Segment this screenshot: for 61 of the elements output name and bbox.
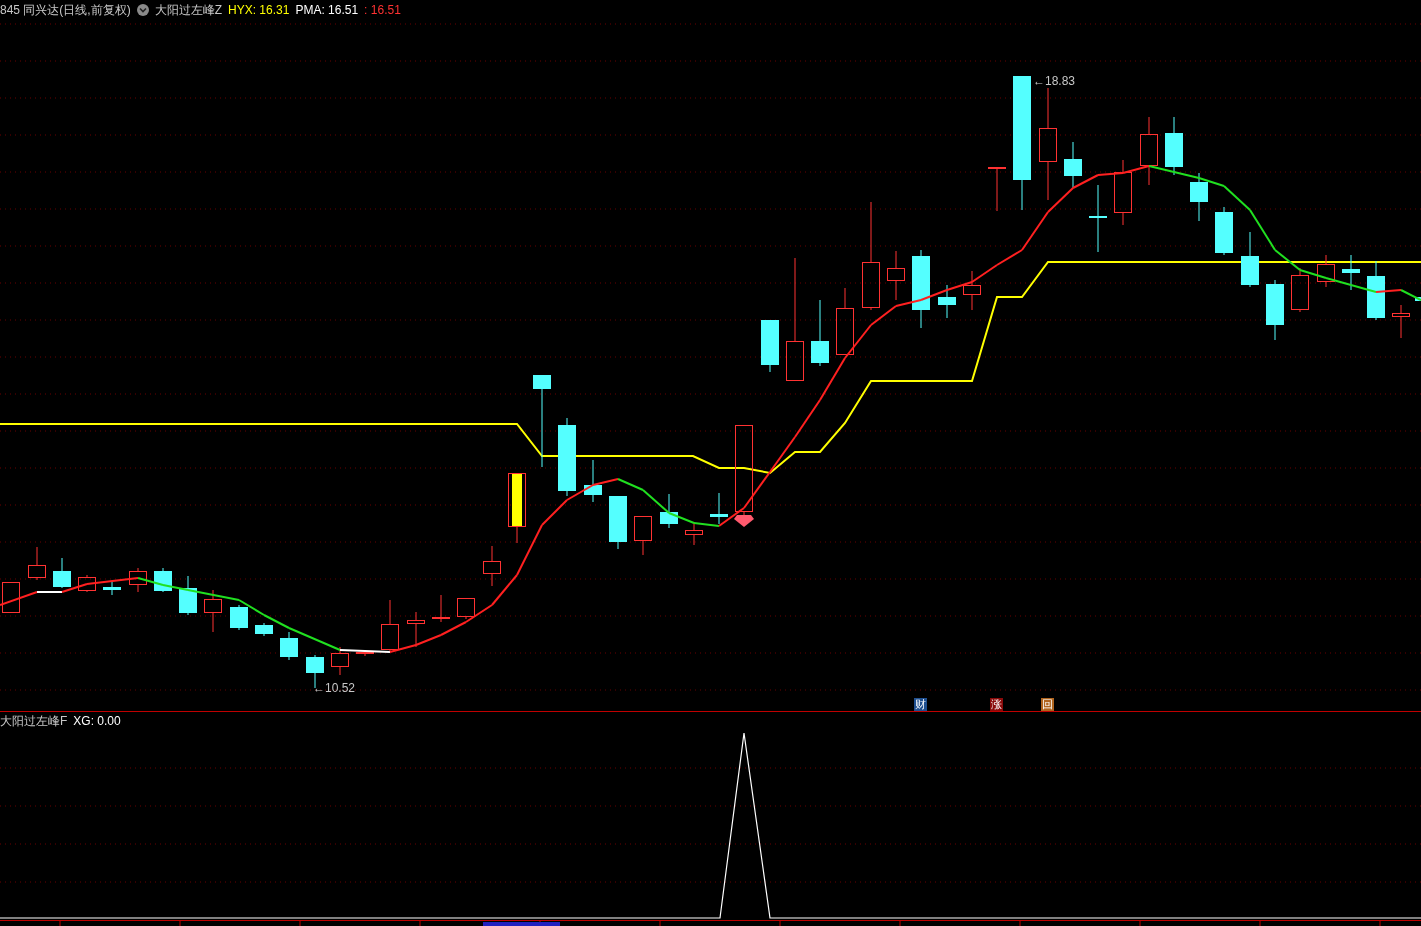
candlestick [1215, 206, 1233, 256]
candlestick [204, 589, 222, 633]
candlestick [280, 631, 298, 661]
candlestick [103, 581, 121, 596]
price-label: ←18.83 [1033, 74, 1076, 88]
indicator-value: XG: 0.00 [73, 714, 121, 728]
dropdown-button[interactable] [136, 4, 149, 16]
candlestick [230, 604, 248, 631]
indicator-name: 大阳过左峰F [0, 712, 68, 730]
candlestick [1165, 116, 1183, 176]
signal-marker[interactable]: 财 [914, 698, 927, 711]
candlestick [483, 545, 501, 587]
candlestick [811, 299, 829, 367]
candlestick [129, 567, 147, 593]
candlestick [634, 515, 652, 556]
candlestick [381, 599, 399, 653]
candlestick [1114, 159, 1132, 226]
candlestick [1342, 254, 1360, 291]
candlestick [53, 557, 71, 589]
candlestick [1089, 184, 1107, 253]
candlestick [988, 166, 1006, 212]
candlestick [761, 319, 779, 373]
security-title: 845 同兴达(日线,前复权) [0, 1, 131, 19]
signal-marker[interactable]: 回 [1041, 698, 1054, 711]
candlestick [660, 493, 678, 529]
candlestick [78, 574, 96, 593]
candlestick [609, 495, 627, 550]
candlestick [255, 622, 273, 637]
candlestick [1266, 279, 1284, 341]
indicator-value: PMA: 16.51 [295, 3, 359, 17]
candlestick [1291, 267, 1309, 313]
signal-marker[interactable]: 涨 [990, 698, 1003, 711]
gem-icon [734, 515, 754, 527]
candlestick [1317, 254, 1335, 288]
indicator-value: : 16.51 [364, 3, 401, 17]
candlestick [1241, 231, 1259, 288]
candlestick [356, 650, 374, 657]
candlestick [1140, 116, 1158, 186]
candlestick [2, 581, 20, 614]
candlestick [584, 459, 602, 503]
candlestick [1392, 304, 1410, 339]
candlestick [508, 472, 526, 544]
candlestick [179, 575, 197, 616]
price-label: ←10.52 [313, 681, 356, 695]
candlestick [28, 546, 46, 581]
indicator-name: 大阳过左峰Z [154, 1, 223, 19]
candlestick [407, 611, 425, 648]
candlestick [1190, 172, 1208, 222]
candlestick [1415, 297, 1421, 301]
indicator-value: HYX: 16.31 [228, 3, 290, 17]
candlestick [1064, 141, 1082, 189]
candlestick [836, 287, 854, 356]
candlestick [1367, 260, 1385, 321]
candlestick [938, 284, 956, 319]
candlestick [457, 597, 475, 620]
candlestick [887, 250, 905, 301]
candlestick [432, 594, 450, 623]
candlestick [710, 492, 728, 525]
candlestick [963, 270, 981, 311]
candlestick [685, 521, 703, 546]
candlestick [331, 646, 349, 676]
